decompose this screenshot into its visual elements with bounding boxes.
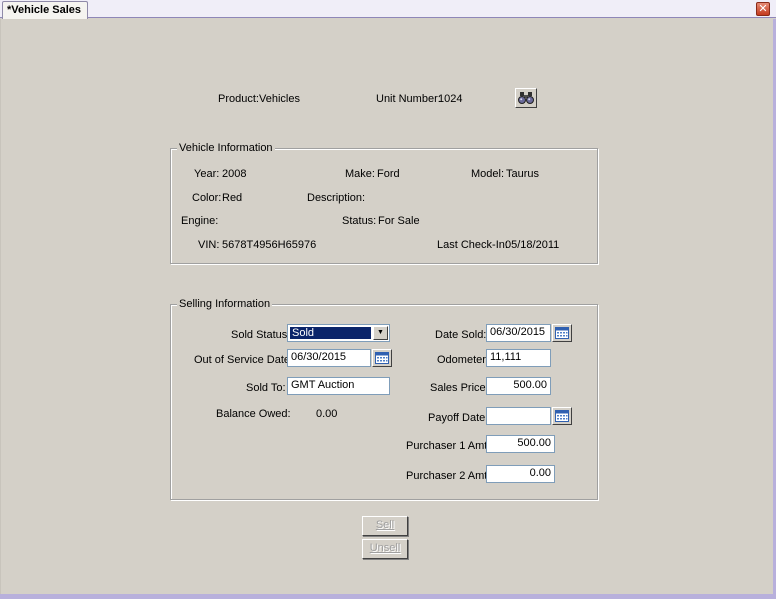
unit-search-button[interactable] <box>515 88 537 108</box>
vin-label: VIN: <box>198 239 220 251</box>
tab-vehicle-sales[interactable]: *Vehicle Sales <box>2 1 88 19</box>
sold-to-label: Sold To: <box>246 382 286 394</box>
sold-status-selected-value: Sold <box>290 327 371 339</box>
chevron-down-icon[interactable]: ▼ <box>373 326 388 340</box>
payoff-date-calendar-button[interactable] <box>552 407 572 425</box>
model-label: Model: <box>471 168 505 180</box>
close-icon[interactable]: ✕ <box>756 2 770 16</box>
year-label: Year: <box>194 168 220 180</box>
window-frame-bottom <box>0 594 776 599</box>
odometer-field[interactable]: 11,111 <box>486 349 551 367</box>
calendar-icon <box>375 352 389 364</box>
unit-number-value: 1024 <box>438 93 463 105</box>
sell-button[interactable]: Sell <box>362 516 408 536</box>
engine-label: Engine: <box>181 215 219 227</box>
color-label: Color: <box>192 192 222 204</box>
tab-strip: *Vehicle Sales ✕ <box>0 0 776 19</box>
main-panel: Product: Vehicles Unit Number: 1024 Vehi… <box>0 19 773 594</box>
make-label: Make: <box>345 168 375 180</box>
payoff-date-field[interactable] <box>486 407 551 425</box>
sold-status-label: Sold Status: <box>231 329 291 341</box>
out-of-service-calendar-button[interactable] <box>372 349 392 367</box>
out-of-service-date-label: Out of Service Date: <box>194 354 294 366</box>
purchaser-2-amt-label: Purchaser 2 Amt: <box>406 470 491 482</box>
product-value: Vehicles <box>259 93 300 105</box>
last-checkin-label: Last Check-In: <box>437 239 508 251</box>
year-value: 2008 <box>222 168 247 180</box>
calendar-icon <box>555 410 569 422</box>
odometer-label: Odometer: <box>437 354 489 366</box>
model-value: Taurus <box>506 168 540 180</box>
purchaser-2-amt-field[interactable]: 0.00 <box>486 465 555 483</box>
description-label: Description: <box>307 192 366 204</box>
make-value: Ford <box>377 168 400 180</box>
calendar-icon <box>555 327 569 339</box>
sales-price-label: Sales Price: <box>430 382 489 394</box>
out-of-service-date-field[interactable]: 06/30/2015 <box>287 349 371 367</box>
binoculars-icon <box>518 92 534 104</box>
unsell-button[interactable]: Unsell <box>362 539 408 559</box>
vehicle-information-legend: Vehicle Information <box>177 142 275 154</box>
purchaser-1-amt-label: Purchaser 1 Amt: <box>406 440 491 452</box>
status-value: For Sale <box>378 215 420 227</box>
product-label: Product: <box>218 93 259 105</box>
payoff-date-label: Payoff Date: <box>428 412 489 424</box>
purchaser-1-amt-field[interactable]: 500.00 <box>486 435 555 453</box>
balance-owed-label: Balance Owed: <box>216 408 291 420</box>
selling-information-legend: Selling Information <box>177 298 273 310</box>
vin-value: 5678T4956H65976 <box>222 239 317 251</box>
sold-to-field[interactable]: GMT Auction <box>287 377 390 395</box>
color-value: Red <box>222 192 243 204</box>
date-sold-field[interactable]: 06/30/2015 <box>486 324 551 342</box>
balance-owed-value: 0.00 <box>316 408 338 420</box>
date-sold-calendar-button[interactable] <box>552 324 572 342</box>
unit-number-label: Unit Number: <box>376 93 441 105</box>
sold-status-select[interactable]: Sold ▼ <box>287 324 390 342</box>
status-label: Status: <box>342 215 377 227</box>
sales-price-field[interactable]: 500.00 <box>486 377 551 395</box>
date-sold-label: Date Sold: <box>435 329 487 341</box>
last-checkin-value: 05/18/2011 <box>505 239 560 251</box>
